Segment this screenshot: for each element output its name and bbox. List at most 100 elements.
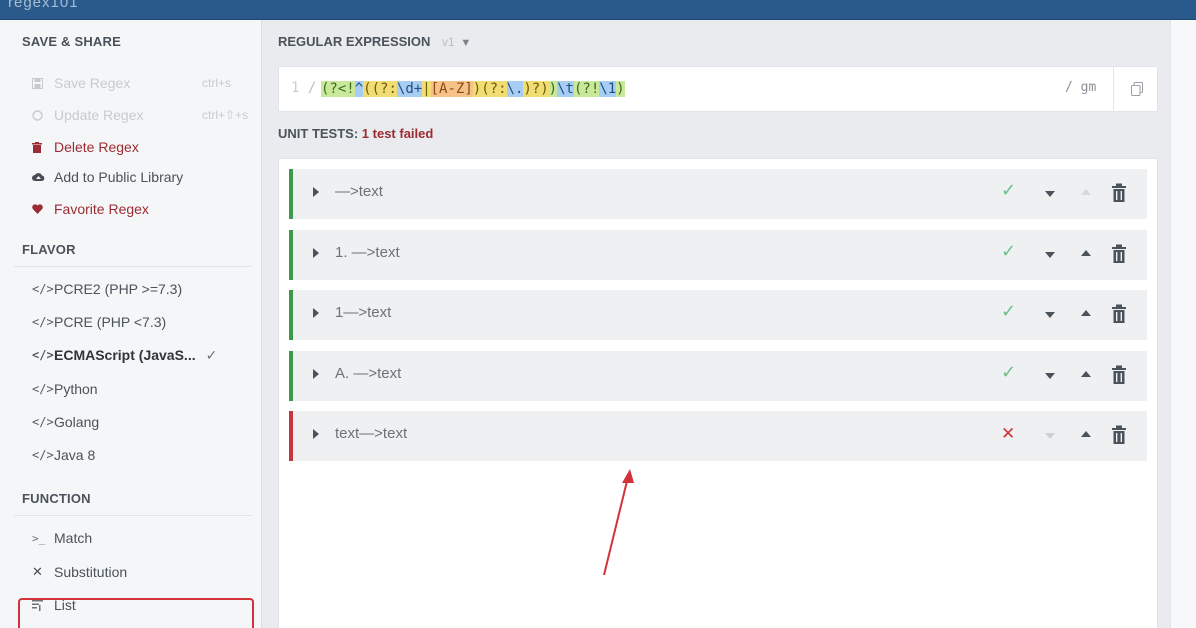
flavor-label: PCRE (PHP <7.3) (54, 314, 167, 330)
regex-token: ) (540, 81, 549, 97)
cloud-upload-icon (32, 172, 54, 183)
flavor-ecmascript[interactable]: </> ECMAScript (JavaS... ✓ (32, 344, 217, 366)
test-label: text—>text (335, 425, 408, 442)
test-row[interactable]: A. —>text ✓ (289, 350, 1147, 401)
check-icon: ✓ (1001, 301, 1017, 321)
regex-token: (?: (371, 81, 397, 97)
section-title-function: FUNCTION (22, 491, 91, 506)
copy-button[interactable] (1113, 67, 1159, 111)
copy-icon (1130, 82, 1143, 96)
check-icon: ✓ (205, 346, 218, 363)
section-title-flavor: FLAVOR (22, 242, 76, 257)
regex-token: \1 (599, 81, 617, 97)
flavor-label: Java 8 (54, 447, 96, 463)
delete-regex-item[interactable]: Delete Regex (32, 136, 139, 158)
flavor-label: Golang (54, 414, 100, 430)
expand-caret-icon[interactable] (313, 429, 319, 439)
regex-header: REGULAR EXPRESSION v1 ▼ (278, 34, 471, 49)
regex-pattern[interactable]: (?<!^((?:\d+|[A-Z])(?:\.)?))\t(?!\1) (321, 78, 625, 100)
trash-icon[interactable] (1111, 365, 1127, 385)
update-icon (32, 109, 54, 121)
add-public-library-item[interactable]: Add to Public Library (32, 166, 183, 188)
favorite-regex-item[interactable]: Favorite Regex (32, 198, 149, 220)
section-divider (14, 515, 252, 516)
regex-token: ( (363, 81, 372, 97)
cross-icon: ✕ (1001, 424, 1016, 443)
move-down-icon[interactable] (1045, 433, 1055, 439)
move-up-icon[interactable] (1081, 249, 1091, 256)
code-icon: </> (32, 415, 54, 429)
regex-title: REGULAR EXPRESSION (278, 34, 431, 49)
regex-token: \t (557, 81, 574, 97)
function-label: Substitution (54, 564, 128, 580)
app-title[interactable]: regex101 (8, 0, 79, 11)
open-delimiter: 1 / (291, 80, 317, 96)
flavor-golang[interactable]: </> Golang (32, 411, 99, 433)
function-label: Match (54, 530, 93, 546)
flavor-python[interactable]: </> Python (32, 378, 98, 400)
flavor-label: ECMAScript (JavaS... (54, 347, 196, 363)
update-shortcut: ctrl+⇧+s (202, 108, 249, 122)
expand-caret-icon[interactable] (313, 308, 319, 318)
code-icon: </> (32, 282, 54, 296)
test-row[interactable]: text—>text ✕ (289, 411, 1147, 461)
test-label: 1—>text (335, 304, 392, 321)
test-row[interactable]: —>text ✓ (289, 169, 1147, 219)
save-shortcut: ctrl+s (202, 76, 232, 90)
test-label: A. —>text (335, 364, 402, 382)
add-public-library-label: Add to Public Library (54, 169, 184, 185)
flavor-pcre[interactable]: </> PCRE (PHP <7.3) (32, 311, 166, 333)
regex-token: ) (472, 81, 482, 97)
top-bar: regex101 (0, 0, 1196, 20)
check-icon: ✓ (1001, 180, 1017, 200)
check-icon: ✓ (1001, 240, 1017, 261)
regex-token: \d+ (396, 81, 423, 97)
move-up-icon[interactable] (1081, 310, 1091, 316)
update-regex-item[interactable]: Update Regex ctrl+⇧+s (32, 104, 248, 126)
test-row[interactable]: 1—>text ✓ (289, 290, 1147, 340)
section-title-save-share: SAVE & SHARE (22, 34, 121, 49)
heart-icon (32, 204, 54, 214)
move-up-icon[interactable] (1081, 189, 1091, 195)
regex-flags[interactable]: / gm (1065, 80, 1096, 95)
move-up-icon[interactable] (1081, 431, 1091, 437)
code-icon: </> (32, 348, 54, 362)
regex-token: ) (616, 81, 625, 97)
unit-tests-title: UNIT TESTS: (278, 126, 359, 141)
version-selector[interactable]: v1 (442, 35, 455, 49)
regex-token: ^ (354, 81, 364, 97)
test-row[interactable]: 1. —>text ✓ (289, 229, 1147, 280)
sidebar: SAVE & SHARE Save Regex ctrl+s Update Re… (0, 20, 262, 628)
regex-input[interactable]: 1 / (?<!^((?:\d+|[A-Z])(?:\.)?))\t(?!\1)… (278, 66, 1158, 112)
favorite-regex-label: Favorite Regex (54, 201, 149, 217)
code-icon: </> (32, 382, 54, 396)
move-down-icon[interactable] (1045, 372, 1055, 379)
move-down-icon[interactable] (1045, 312, 1055, 318)
trash-icon (32, 141, 54, 153)
expand-caret-icon[interactable] (313, 187, 319, 197)
chevron-down-icon[interactable]: ▼ (460, 37, 471, 49)
delete-regex-label: Delete Regex (54, 139, 139, 155)
trash-icon[interactable] (1111, 183, 1127, 203)
regex-token: (?! (573, 81, 600, 97)
test-label: —>text (335, 183, 383, 200)
expand-caret-icon[interactable] (313, 368, 319, 379)
update-regex-label: Update Regex (54, 107, 144, 123)
save-regex-item[interactable]: Save Regex ctrl+s (32, 72, 231, 94)
move-down-icon[interactable] (1045, 191, 1055, 197)
expand-caret-icon[interactable] (313, 247, 319, 258)
flavor-java8[interactable]: </> Java 8 (32, 444, 95, 466)
save-icon (32, 77, 54, 89)
close-icon: ✕ (32, 564, 43, 579)
flavor-label: Python (54, 381, 98, 397)
flavor-pcre2[interactable]: </> PCRE2 (PHP >=7.3) (32, 278, 182, 300)
trash-icon[interactable] (1111, 304, 1127, 324)
regex-token: [A-Z] (430, 81, 473, 97)
trash-icon[interactable] (1111, 425, 1127, 445)
function-substitution[interactable]: ✕ Substitution (32, 561, 127, 583)
unit-tests-summary: 1 test failed (361, 126, 434, 141)
move-up-icon[interactable] (1081, 370, 1091, 377)
move-down-icon[interactable] (1045, 251, 1055, 258)
trash-icon[interactable] (1111, 244, 1127, 264)
function-match[interactable]: >_ Match (32, 527, 92, 549)
